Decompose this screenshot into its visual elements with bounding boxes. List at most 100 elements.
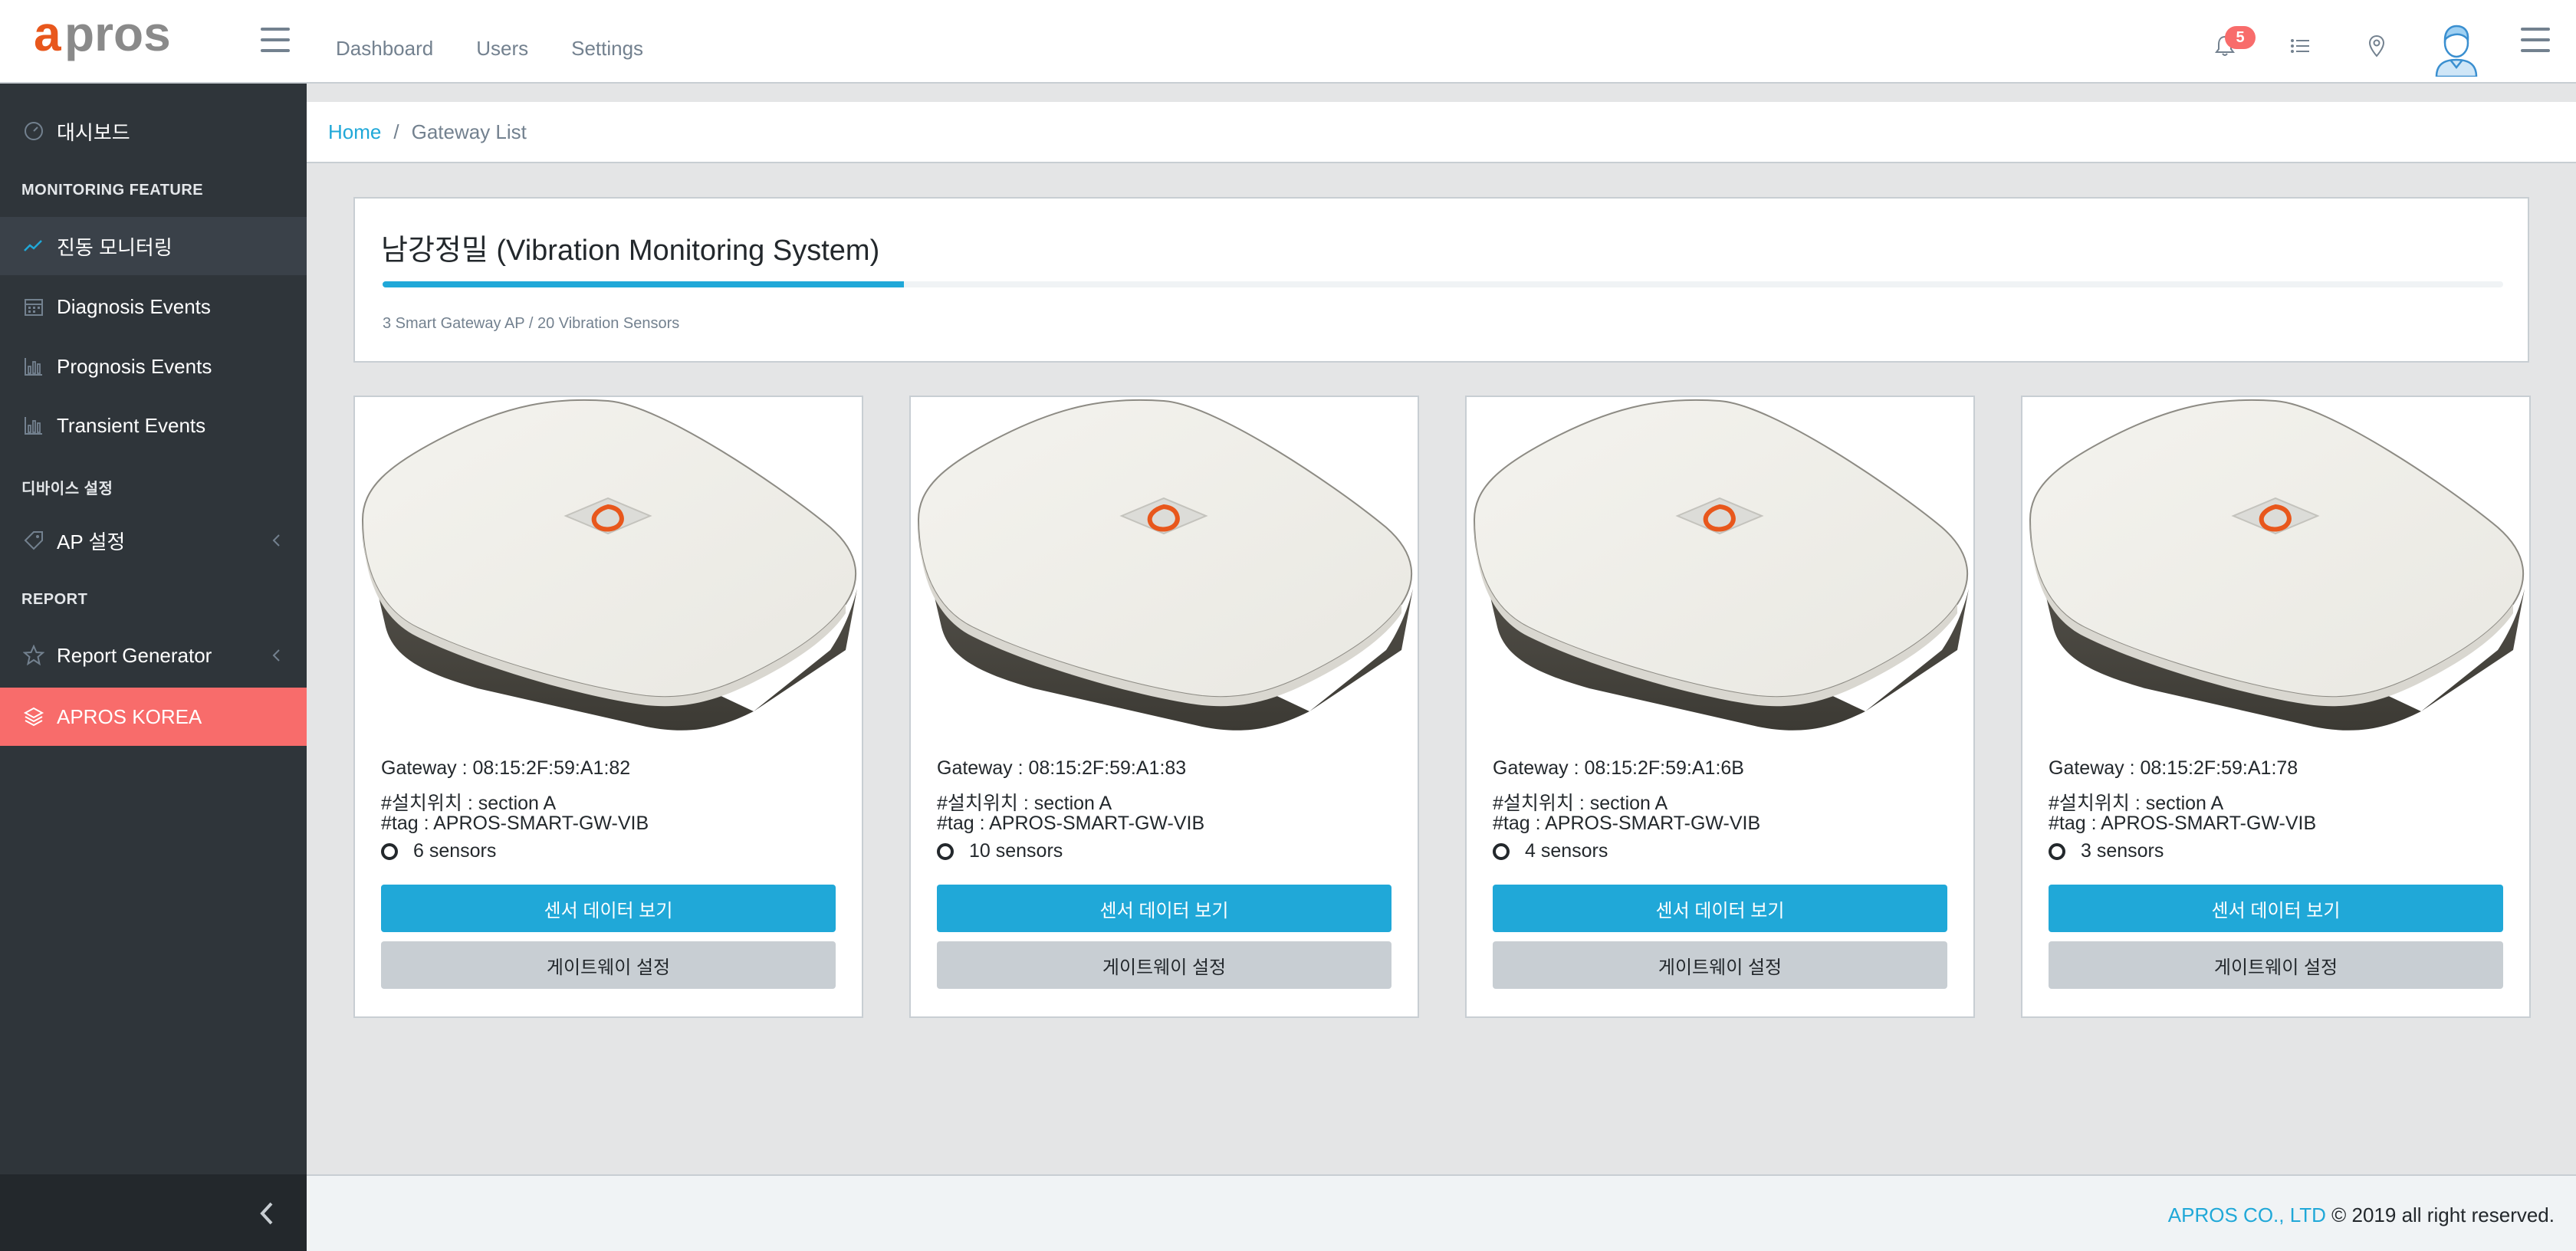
gateway-id: Gateway : 08:15:2F:59:A1:78 xyxy=(2049,757,2298,779)
nav-dashboard-link[interactable]: Dashboard xyxy=(336,37,433,61)
circle-icon xyxy=(2049,842,2065,860)
gateway-card: Gateway : 08:15:2F:59:A1:83 #설치위치 : sect… xyxy=(909,396,1419,1018)
tag-icon xyxy=(24,531,43,550)
notification-badge: 5 xyxy=(2225,26,2256,49)
bar-chart-icon xyxy=(25,358,42,376)
sidebar-item-prognosis-events[interactable]: Prognosis Events xyxy=(0,337,307,396)
logo-a: a xyxy=(34,12,61,61)
user-avatar[interactable] xyxy=(2433,21,2479,77)
footer: APROS CO., LTD © 2019 all right reserved… xyxy=(307,1174,2576,1251)
view-sensor-data-button[interactable]: 센서 데이터 보기 xyxy=(381,885,836,932)
sidebar-item-dashboard[interactable]: 대시보드 xyxy=(0,102,307,160)
gateway-card: Gateway : 08:15:2F:59:A1:6B #설치위치 : sect… xyxy=(1465,396,1975,1018)
gateway-id: Gateway : 08:15:2F:59:A1:82 xyxy=(381,757,631,779)
sidebar-item-ap-setting[interactable]: AP 설정 xyxy=(0,511,307,570)
sensor-count-label: 10 sensors xyxy=(969,840,1063,862)
sidebar-item-label: 대시보드 xyxy=(57,120,130,144)
layers-icon xyxy=(23,707,44,727)
chevron-left-icon xyxy=(260,1202,273,1225)
gateway-location: #설치위치 : section A xyxy=(1493,793,1668,814)
summary-card: 남강정밀 (Vibration Monitoring System) 3 Sma… xyxy=(353,197,2529,363)
list-icon[interactable] xyxy=(2288,34,2312,58)
gateway-settings-button[interactable]: 게이트웨이 설정 xyxy=(381,941,836,989)
sidebar-item-report-generator[interactable]: Report Generator xyxy=(0,626,307,685)
breadcrumb-home-link[interactable]: Home xyxy=(328,120,381,144)
view-sensor-data-button[interactable]: 센서 데이터 보기 xyxy=(2049,885,2503,932)
nav-settings-link[interactable]: Settings xyxy=(571,37,643,61)
sidebar-toggle-button[interactable] xyxy=(261,28,290,52)
gateway-location: #설치위치 : section A xyxy=(381,793,557,814)
gateway-sensor-count: 6 sensors xyxy=(381,840,496,862)
gateway-sensor-count: 4 sensors xyxy=(1493,840,1608,862)
calendar-icon xyxy=(25,299,43,316)
sidebar-section-device: 디바이스 설정 xyxy=(21,481,113,497)
page-title: 남강정밀 (Vibration Monitoring System) xyxy=(381,235,880,267)
sidebar-minimizer-button[interactable] xyxy=(0,1174,307,1251)
gateway-tag: #tag : APROS-SMART-GW-VIB xyxy=(1493,813,1761,834)
gateway-image xyxy=(2022,397,2529,736)
gateway-id: Gateway : 08:15:2F:59:A1:83 xyxy=(937,757,1187,779)
sidebar-item-label: Report Generator xyxy=(57,643,212,667)
gateway-settings-button[interactable]: 게이트웨이 설정 xyxy=(937,941,1392,989)
gateway-tag: #tag : APROS-SMART-GW-VIB xyxy=(381,813,649,834)
progress-fill xyxy=(383,281,905,287)
gateway-image xyxy=(1467,397,1973,736)
breadcrumb-current: Gateway List xyxy=(411,120,527,143)
sidebar-section-report: REPORT xyxy=(21,591,88,608)
apros-logo[interactable]: a pros xyxy=(34,12,210,66)
speedometer-icon xyxy=(25,122,43,140)
trend-icon xyxy=(24,240,42,251)
sidebar-item-label: Transient Events xyxy=(57,413,206,437)
bar-chart-icon xyxy=(25,417,42,435)
aside-menu-toggle-button[interactable] xyxy=(2521,28,2550,52)
gateway-tag: #tag : APROS-SMART-GW-VIB xyxy=(2049,813,2317,834)
gateway-tag: #tag : APROS-SMART-GW-VIB xyxy=(937,813,1205,834)
sidebar-item-diagnosis-events[interactable]: Diagnosis Events xyxy=(0,277,307,336)
gateway-id: Gateway : 08:15:2F:59:A1:6B xyxy=(1493,757,1744,779)
gateway-settings-button[interactable]: 게이트웨이 설정 xyxy=(2049,941,2503,989)
progress-bar xyxy=(383,281,2503,287)
gateway-sensor-count: 10 sensors xyxy=(937,840,1063,862)
location-pin-icon[interactable] xyxy=(2364,34,2389,58)
gateway-device-image xyxy=(2029,399,2525,731)
gateway-image xyxy=(911,397,1418,736)
top-nav: Dashboard Users Settings xyxy=(336,37,643,61)
circle-icon xyxy=(1493,842,1510,860)
app-header: a pros Dashboard Users Settings 5 xyxy=(0,0,2576,84)
footer-rights: © 2019 all right reserved. xyxy=(2325,1203,2555,1226)
logo-rest: pros xyxy=(64,12,171,61)
gateway-sensor-count: 3 sensors xyxy=(2049,840,2164,862)
sidebar-item-label: 진동 모니터링 xyxy=(57,235,172,259)
gateway-settings-button[interactable]: 게이트웨이 설정 xyxy=(1493,941,1947,989)
sidebar-item-label: AP 설정 xyxy=(57,530,126,553)
gateway-device-image xyxy=(1473,399,1969,731)
gateway-location: #설치위치 : section A xyxy=(937,793,1112,814)
chevron-left-icon xyxy=(272,649,280,662)
gateway-card: Gateway : 08:15:2F:59:A1:78 #설치위치 : sect… xyxy=(2021,396,2531,1018)
sensor-count-label: 6 sensors xyxy=(413,840,497,862)
view-sensor-data-button[interactable]: 센서 데이터 보기 xyxy=(1493,885,1947,932)
circle-icon xyxy=(937,842,954,860)
sidebar-item-apros-korea[interactable]: APROS KOREA xyxy=(0,688,307,746)
view-sensor-data-button[interactable]: 센서 데이터 보기 xyxy=(937,885,1392,932)
gateway-image xyxy=(355,397,862,736)
star-icon xyxy=(23,645,44,666)
sidebar-item-vibration-monitoring[interactable]: 진동 모니터링 xyxy=(0,217,307,275)
gateway-device-image xyxy=(361,399,857,731)
sidebar-item-label: APROS KOREA xyxy=(57,704,202,728)
nav-users-link[interactable]: Users xyxy=(476,37,528,61)
sidebar: 대시보드 MONITORING FEATURE 진동 모니터링 Diagnosi… xyxy=(0,84,307,1251)
sidebar-item-transient-events[interactable]: Transient Events xyxy=(0,396,307,455)
summary-meta: 3 Smart Gateway AP / 20 Vibration Sensor… xyxy=(383,315,680,332)
breadcrumb-separator: / xyxy=(393,120,399,143)
sidebar-item-label: Prognosis Events xyxy=(57,354,212,378)
chevron-left-icon xyxy=(272,534,280,547)
footer-company-link[interactable]: APROS CO., LTD xyxy=(2168,1203,2326,1226)
sidebar-item-label: Diagnosis Events xyxy=(57,294,211,318)
gateway-location: #설치위치 : section A xyxy=(2049,793,2224,814)
sidebar-section-monitoring: MONITORING FEATURE xyxy=(21,182,204,199)
circle-icon xyxy=(381,842,398,860)
footer-text: APROS CO., LTD © 2019 all right reserved… xyxy=(2168,1203,2555,1227)
sensor-count-label: 3 sensors xyxy=(2081,840,2164,862)
gateway-device-image xyxy=(917,399,1413,731)
